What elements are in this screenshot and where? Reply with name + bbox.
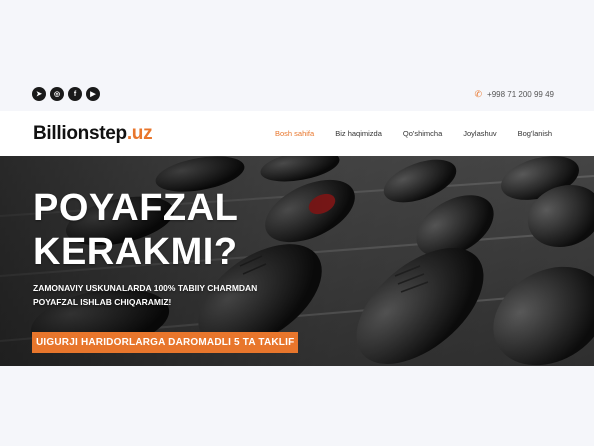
site-logo[interactable]: Billionstep.uz [33,122,153,145]
main-nav: Bosh sahifa Biz haqimizda Qo'shimcha Joy… [275,129,552,138]
hero-title: POYAFZAL KERAKMI? [33,186,333,274]
nav-item-contact[interactable]: Bog'lanish [518,129,552,138]
hero-subtitle-line-1: ZAMONAVIY USKUNALARDA 100% TABIIY CHARMD… [33,283,258,293]
hero-subtitle-line-2: POYAFZAL ISHLAB CHIQARAMIZ! [33,297,172,307]
social-links: ➤ ◎ f ▶ [32,87,100,101]
phone-number: +998 71 200 99 49 [487,89,554,99]
nav-item-location[interactable]: Joylashuv [463,129,496,138]
logo-text: Billionstep [33,122,127,144]
instagram-icon[interactable]: ◎ [50,87,64,101]
logo-domain: .uz [126,122,153,144]
youtube-icon[interactable]: ▶ [86,87,100,101]
nav-item-extra[interactable]: Qo'shimcha [403,129,442,138]
top-utility-bar: ➤ ◎ f ▶ ✆ +998 71 200 99 49 [0,80,594,108]
hero-title-line-1: POYAFZAL [33,187,239,229]
nav-item-home[interactable]: Bosh sahifa [275,129,314,138]
hero-banner: POYAFZAL KERAKMI? ZAMONAVIY USKUNALARDA … [0,156,594,366]
hero-title-line-2: KERAKMI? [33,231,238,273]
site-header: Billionstep.uz Bosh sahifa Biz haqimizda… [0,111,594,156]
phone-icon: ✆ [474,88,483,99]
phone-contact[interactable]: ✆ +998 71 200 99 49 [475,89,555,100]
nav-item-about[interactable]: Biz haqimizda [335,129,382,138]
hero-subtitle: ZAMONAVIY USKUNALARDA 100% TABIIY CHARMD… [33,281,333,309]
cta-button[interactable]: UIGURJI HARIDORLARGA DAROMADLI 5 TA TAKL… [32,332,299,353]
facebook-icon[interactable]: f [68,87,82,101]
telegram-icon[interactable]: ➤ [32,87,46,101]
